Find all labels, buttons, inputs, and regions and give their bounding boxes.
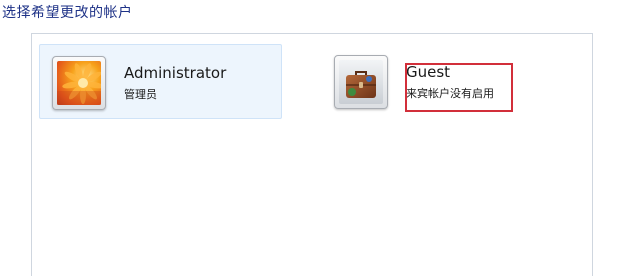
account-name: Guest — [406, 63, 451, 81]
briefcase-avatar-icon — [339, 60, 383, 104]
page-heading: 选择希望更改的帐户 — [2, 5, 133, 21]
flower-avatar-icon — [57, 61, 101, 105]
account-tile-administrator[interactable]: Administrator 管理员 — [39, 44, 282, 119]
account-tile-guest[interactable]: Guest 来宾帐户没有启用 — [330, 44, 573, 119]
administrator-avatar — [52, 56, 106, 110]
account-name: Administrator — [124, 64, 227, 82]
manage-accounts-page: 选择希望更改的帐户 Administrator 管理员 Guest 来宾帐户没有… — [0, 0, 620, 276]
guest-avatar — [334, 55, 388, 109]
account-type: 管理员 — [124, 88, 157, 101]
account-status: 来宾帐户没有启用 — [406, 87, 494, 100]
